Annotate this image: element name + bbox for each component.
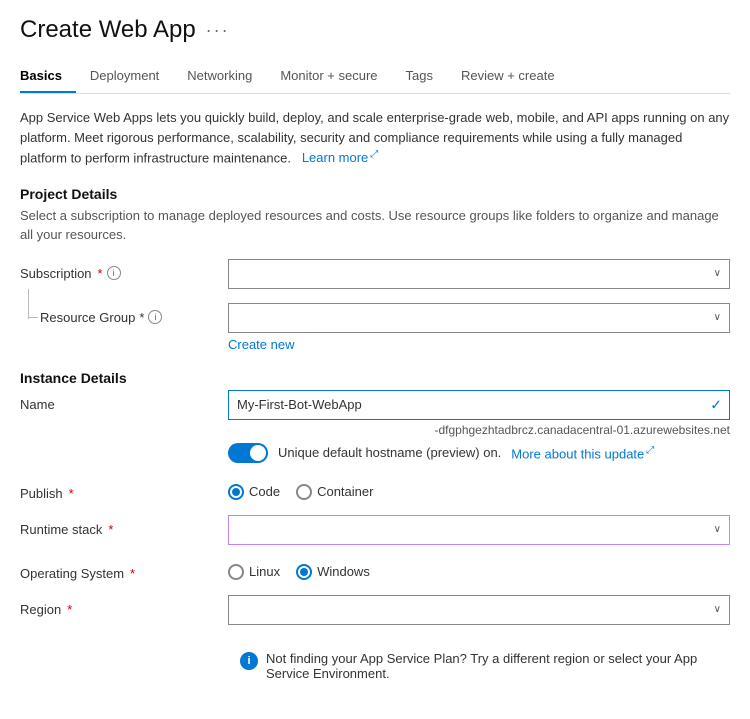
external-link-icon: ⤢ [370, 149, 378, 160]
hostname-toggle[interactable] [228, 443, 268, 463]
os-row: Operating System * Linux Windows [20, 559, 730, 581]
region-row: Region * ∨ [20, 595, 730, 625]
tab-review[interactable]: Review + create [447, 60, 569, 93]
name-input[interactable] [228, 390, 730, 420]
region-control: ∨ [228, 595, 730, 625]
publish-label: Publish * [20, 479, 220, 501]
os-linux-label: Linux [249, 564, 280, 579]
runtime-stack-label: Runtime stack * [20, 515, 220, 537]
tab-tags[interactable]: Tags [392, 60, 447, 93]
publish-container-label: Container [317, 484, 373, 499]
os-control: Linux Windows [228, 559, 730, 580]
region-required: * [67, 602, 72, 617]
runtime-stack-row: Runtime stack * ∨ [20, 515, 730, 545]
resource-group-dropdown[interactable]: ∨ [228, 303, 730, 333]
name-label: Name [20, 390, 220, 412]
subscription-required: * [98, 266, 103, 281]
runtime-stack-required: * [108, 522, 113, 537]
os-windows-label: Windows [317, 564, 370, 579]
project-details-header: Project Details [20, 186, 730, 202]
name-row: Name ✓ -dfgphgezhtadbrcz.canadacentral-0… [20, 390, 730, 465]
tab-networking[interactable]: Networking [173, 60, 266, 93]
publish-code-option[interactable]: Code [228, 484, 280, 500]
page-header: Create Web App ··· [20, 16, 730, 44]
name-control: ✓ -dfgphgezhtadbrcz.canadacentral-01.azu… [228, 390, 730, 465]
info-notice-row: i Not finding your App Service Plan? Try… [20, 639, 730, 689]
os-linux-radio[interactable] [228, 564, 244, 580]
info-notice-text: Not finding your App Service Plan? Try a… [266, 651, 718, 681]
info-notice-spacer [20, 639, 220, 646]
publish-required: * [69, 486, 74, 501]
os-label: Operating System * [20, 559, 220, 581]
runtime-stack-control: ∨ [228, 515, 730, 545]
tab-basics[interactable]: Basics [20, 60, 76, 93]
resource-group-control: ∨ Create new [228, 303, 730, 352]
resource-group-label: Resource Group * i [20, 303, 220, 325]
resource-group-row: Resource Group * i ∨ Create new [20, 303, 730, 352]
tab-deployment[interactable]: Deployment [76, 60, 173, 93]
subscription-row: Subscription * i ∨ [20, 259, 730, 289]
toggle-label: Unique default hostname (preview) on. [278, 445, 501, 460]
subscription-dropdown-arrow: ∨ [714, 268, 721, 279]
resource-group-dropdown-arrow: ∨ [714, 312, 721, 323]
publish-container-radio[interactable] [296, 484, 312, 500]
toggle-row: Unique default hostname (preview) on. Mo… [228, 443, 730, 463]
description-text: App Service Web Apps lets you quickly bu… [20, 108, 730, 168]
create-new-link[interactable]: Create new [228, 337, 294, 352]
os-radio-group: Linux Windows [228, 559, 730, 580]
project-details-description: Select a subscription to manage deployed… [20, 206, 730, 245]
publish-code-label: Code [249, 484, 280, 499]
info-notice-icon: i [240, 652, 258, 670]
resource-group-required: * [139, 310, 144, 325]
subscription-info-icon[interactable]: i [107, 266, 121, 280]
publish-radio-group: Code Container [228, 479, 730, 500]
subdomain-text: -dfgphgezhtadbrcz.canadacentral-01.azure… [228, 423, 730, 437]
publish-control: Code Container [228, 479, 730, 500]
tab-bar: Basics Deployment Networking Monitor + s… [20, 60, 730, 94]
toggle-ext-icon: ⤢ [646, 445, 654, 456]
resource-group-info-icon[interactable]: i [148, 310, 162, 324]
instance-details-header: Instance Details [20, 370, 730, 386]
os-required: * [130, 566, 135, 581]
os-linux-option[interactable]: Linux [228, 564, 280, 580]
more-options-icon[interactable]: ··· [206, 20, 230, 41]
os-windows-option[interactable]: Windows [296, 564, 370, 580]
region-dropdown-arrow: ∨ [714, 604, 721, 615]
toggle-more-link[interactable]: More about this update⤢ [511, 445, 654, 461]
info-notice: i Not finding your App Service Plan? Try… [228, 643, 730, 689]
runtime-stack-arrow: ∨ [714, 524, 721, 535]
subscription-label: Subscription * i [20, 259, 220, 281]
name-input-wrap: ✓ [228, 390, 730, 420]
name-check-icon: ✓ [710, 396, 722, 413]
region-label: Region * [20, 595, 220, 617]
publish-row: Publish * Code Container [20, 479, 730, 501]
region-dropdown[interactable]: ∨ [228, 595, 730, 625]
learn-more-link[interactable]: Learn more⤢ [298, 150, 378, 165]
os-windows-radio[interactable] [296, 564, 312, 580]
publish-code-radio[interactable] [228, 484, 244, 500]
runtime-stack-dropdown[interactable]: ∨ [228, 515, 730, 545]
tab-monitor[interactable]: Monitor + secure [266, 60, 391, 93]
subscription-control: ∨ [228, 259, 730, 289]
page-title: Create Web App [20, 16, 196, 44]
publish-container-option[interactable]: Container [296, 484, 373, 500]
subscription-dropdown[interactable]: ∨ [228, 259, 730, 289]
